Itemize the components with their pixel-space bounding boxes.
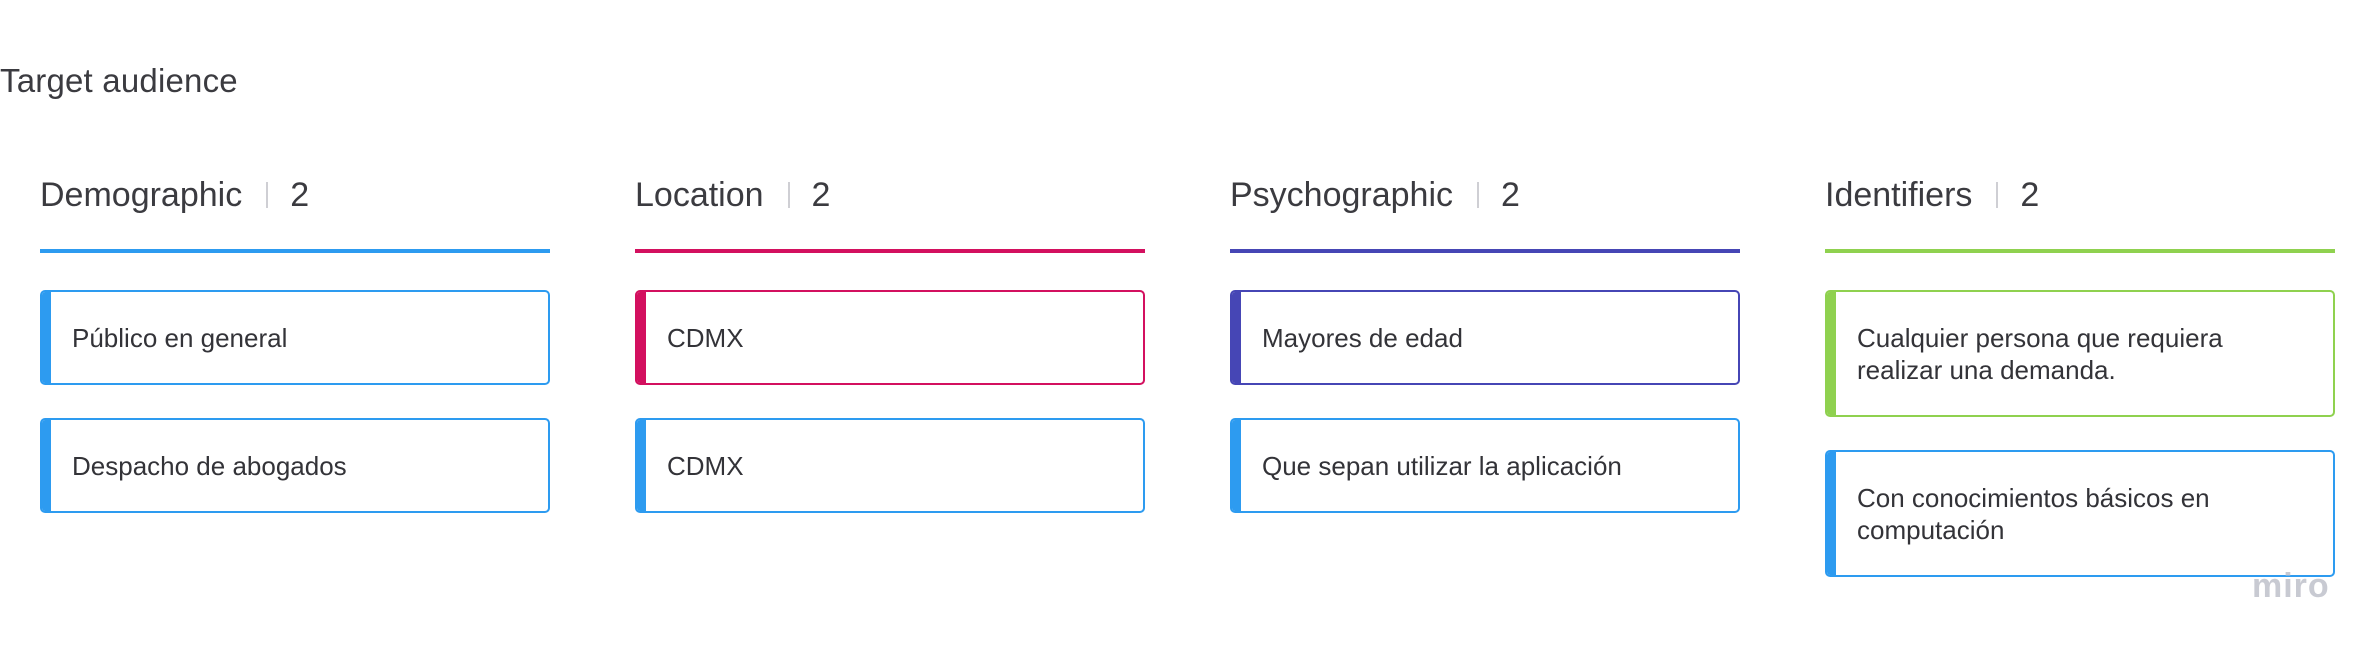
column-psychographic: Psychographic 2 Mayores de edad Que sepa… xyxy=(1230,170,1740,513)
board-canvas[interactable]: Target audience Demographic 2 Público en… xyxy=(0,0,2379,656)
column-count: 2 xyxy=(811,175,831,214)
column-header[interactable]: Psychographic 2 xyxy=(1230,170,1740,220)
header-divider xyxy=(1996,182,1999,208)
card-text: Mayores de edad xyxy=(1262,322,1463,353)
column-count: 2 xyxy=(290,175,310,214)
card-text: CDMX xyxy=(667,322,744,353)
sticky-card[interactable]: CDMX xyxy=(635,418,1145,513)
card-accent xyxy=(1827,292,1836,415)
column-color-rule xyxy=(1825,249,2335,253)
column-color-rule xyxy=(635,249,1145,253)
card-text: Que sepan utilizar la aplicación xyxy=(1262,450,1622,481)
card-accent xyxy=(1232,292,1241,383)
miro-logo: miro xyxy=(2252,567,2330,605)
sticky-card[interactable]: Público en general xyxy=(40,290,550,385)
sticky-card[interactable]: Cualquier persona que requiera realizar … xyxy=(1825,290,2335,417)
column-count: 2 xyxy=(2020,175,2040,214)
card-text: Público en general xyxy=(72,322,288,353)
column-color-rule xyxy=(1230,249,1740,253)
card-accent xyxy=(42,292,51,383)
header-divider xyxy=(787,182,790,208)
card-accent xyxy=(1232,420,1241,511)
header-divider xyxy=(1477,182,1480,208)
column-identifiers: Identifiers 2 Cualquier persona que requ… xyxy=(1825,170,2335,577)
card-accent xyxy=(637,292,646,383)
card-text: Con conocimientos básicos en computación xyxy=(1857,482,2210,545)
column-color-rule xyxy=(40,249,550,253)
sticky-card[interactable]: Que sepan utilizar la aplicación xyxy=(1230,418,1740,513)
sticky-card[interactable]: Mayores de edad xyxy=(1230,290,1740,385)
column-count: 2 xyxy=(1501,175,1520,214)
column-title: Location xyxy=(635,175,764,214)
column-header[interactable]: Location 2 xyxy=(635,170,1145,220)
column-title: Psychographic xyxy=(1230,175,1454,214)
card-text: CDMX xyxy=(667,450,744,481)
card-accent xyxy=(42,420,51,511)
card-accent xyxy=(637,420,646,511)
column-header[interactable]: Demographic 2 xyxy=(40,170,550,220)
card-text: Despacho de abogados xyxy=(72,450,347,481)
page-title: Target audience xyxy=(0,62,238,99)
column-title: Demographic xyxy=(40,175,243,214)
column-demographic: Demographic 2 Público en general Despach… xyxy=(40,170,550,513)
card-text: Cualquier persona que requiera realizar … xyxy=(1857,322,2223,385)
sticky-card[interactable]: Despacho de abogados xyxy=(40,418,550,513)
column-location: Location 2 CDMX CDMX xyxy=(635,170,1145,513)
sticky-card[interactable]: Con conocimientos básicos en computación xyxy=(1825,450,2335,577)
header-divider xyxy=(266,182,269,208)
column-title: Identifiers xyxy=(1825,175,1973,214)
card-accent xyxy=(1827,452,1836,575)
sticky-card[interactable]: CDMX xyxy=(635,290,1145,385)
column-header[interactable]: Identifiers 2 xyxy=(1825,170,2335,220)
